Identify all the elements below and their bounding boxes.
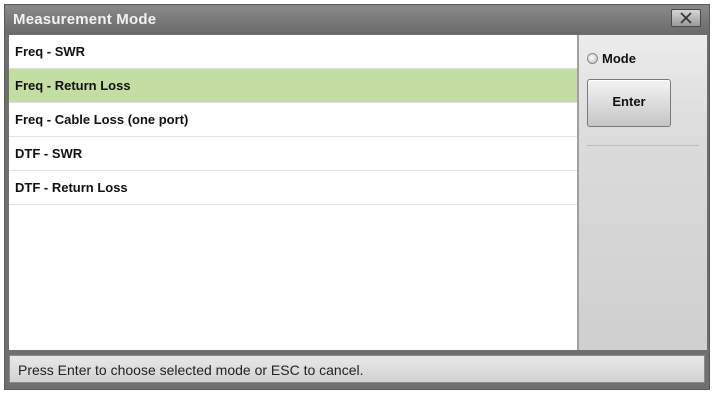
status-text: Press Enter to choose selected mode or E… (18, 362, 364, 378)
list-item[interactable]: DTF - SWR (9, 137, 577, 171)
enter-button[interactable]: Enter (587, 79, 671, 127)
side-divider (587, 145, 699, 146)
measurement-mode-dialog: Measurement Mode Freq - SWR Freq - Retur… (4, 4, 710, 390)
list-item-selected[interactable]: Freq - Return Loss (9, 69, 577, 103)
mode-radio-label: Mode (602, 51, 636, 66)
mode-radio[interactable]: Mode (587, 51, 636, 66)
close-button[interactable] (671, 9, 701, 27)
close-x-icon (680, 12, 692, 24)
mode-list: Freq - SWR Freq - Return Loss Freq - Cab… (9, 35, 579, 350)
list-item[interactable]: Freq - Cable Loss (one port) (9, 103, 577, 137)
radio-icon (587, 53, 598, 64)
title-bar: Measurement Mode (5, 5, 709, 34)
side-panel: Mode Enter (579, 35, 707, 350)
list-item[interactable]: DTF - Return Loss (9, 171, 577, 205)
list-item[interactable]: Freq - SWR (9, 35, 577, 69)
dialog-title: Measurement Mode (13, 11, 157, 28)
status-bar: Press Enter to choose selected mode or E… (9, 355, 705, 383)
